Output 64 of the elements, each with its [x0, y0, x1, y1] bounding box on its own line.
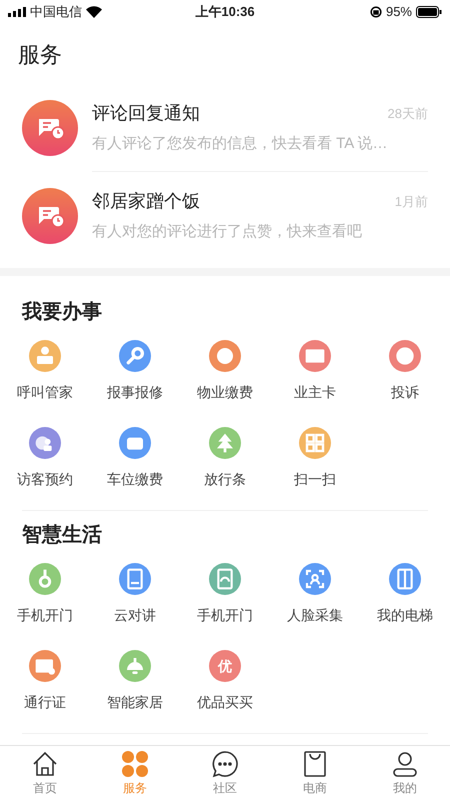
service-item[interactable]: 人脸采集: [270, 549, 360, 636]
tab-item[interactable]: 我的: [360, 746, 450, 800]
notification-item[interactable]: 邻居家蹭个饭 1月前 有人对您的评论进行了点赞，快来查看吧: [0, 172, 450, 260]
service-label: 投诉: [391, 383, 419, 402]
service-label: 放行条: [204, 470, 246, 489]
service-item[interactable]: 放行条: [180, 413, 270, 500]
carrier-name: 中国电信: [30, 3, 82, 22]
service-label: 报事报修: [107, 383, 163, 402]
service-label: 通行证: [24, 693, 66, 712]
service-label: 优品买买: [197, 693, 253, 712]
section-title: 智慧生活: [22, 523, 103, 548]
service-item[interactable]: 访客预约: [0, 413, 90, 500]
service-label: 手机开门: [17, 606, 73, 625]
battery-icon: [416, 6, 442, 18]
signal-icon: [8, 7, 26, 17]
service-item[interactable]: 手机开门: [0, 549, 90, 636]
service-item[interactable]: 投诉: [360, 326, 450, 413]
tab-item[interactable]: 社区: [180, 746, 270, 800]
service-item[interactable]: 物业缴费: [180, 326, 270, 413]
service-label: 访客预约: [17, 470, 73, 489]
service-label: 手机开门: [197, 606, 253, 625]
service-item[interactable]: 我的电梯: [360, 549, 450, 636]
service-item[interactable]: 通行证: [0, 636, 90, 723]
notification-time: 1月前: [394, 193, 428, 211]
section-title: 我要办事: [22, 300, 103, 325]
service-label: 车位缴费: [107, 470, 163, 489]
home-icon: [31, 750, 59, 778]
service-label: 智能家居: [107, 693, 163, 712]
service-label: 我的电梯: [377, 606, 433, 625]
service-label: 人脸采集: [287, 606, 343, 625]
message-clock-icon: [22, 188, 78, 244]
service-item[interactable]: 智能家居: [90, 636, 180, 723]
service-icon: 优: [209, 650, 241, 682]
service-item[interactable]: 业主卡: [270, 326, 360, 413]
service-label: 物业缴费: [197, 383, 253, 402]
wifi-icon: [86, 6, 102, 18]
service-item[interactable]: 云对讲: [90, 549, 180, 636]
tab-item[interactable]: 电商: [270, 746, 360, 800]
battery-percent: 95%: [386, 3, 412, 22]
service-label: 云对讲: [114, 606, 156, 625]
chat-bubble-icon: [211, 750, 239, 778]
service-label: 呼叫管家: [17, 383, 73, 402]
service-item[interactable]: 优 优品买买: [180, 636, 270, 723]
service-item[interactable]: 手机开门: [180, 549, 270, 636]
notification-message: 有人评论了您发布的信息，快去看看 TA 说…: [92, 134, 389, 154]
service-item[interactable]: 扫一扫: [270, 413, 360, 500]
clock-time: 上午10:36: [195, 3, 255, 22]
tab-item[interactable]: 首页: [0, 746, 90, 800]
service-label: 扫一扫: [294, 470, 336, 489]
notification-item[interactable]: 评论回复通知 28天前 有人评论了您发布的信息，快去看看 TA 说…: [0, 84, 450, 172]
notification-title: 邻居家蹭个饭: [92, 190, 200, 214]
service-item[interactable]: 呼叫管家: [0, 326, 90, 413]
service-item[interactable]: 报事报修: [90, 326, 180, 413]
notification-title: 评论回复通知: [92, 102, 200, 125]
notification-message: 有人对您的评论进行了点赞，快来查看吧: [92, 222, 363, 242]
page-title: 服务: [17, 41, 63, 69]
message-clock-icon: [22, 100, 78, 156]
user-icon: [391, 750, 419, 778]
shopping-bag-icon: [301, 750, 329, 778]
clover-icon: [121, 750, 149, 778]
rotation-lock-icon: [370, 6, 382, 18]
service-item[interactable]: 车位缴费: [90, 413, 180, 500]
service-label: 业主卡: [294, 383, 336, 402]
notification-time: 28天前: [388, 104, 428, 122]
